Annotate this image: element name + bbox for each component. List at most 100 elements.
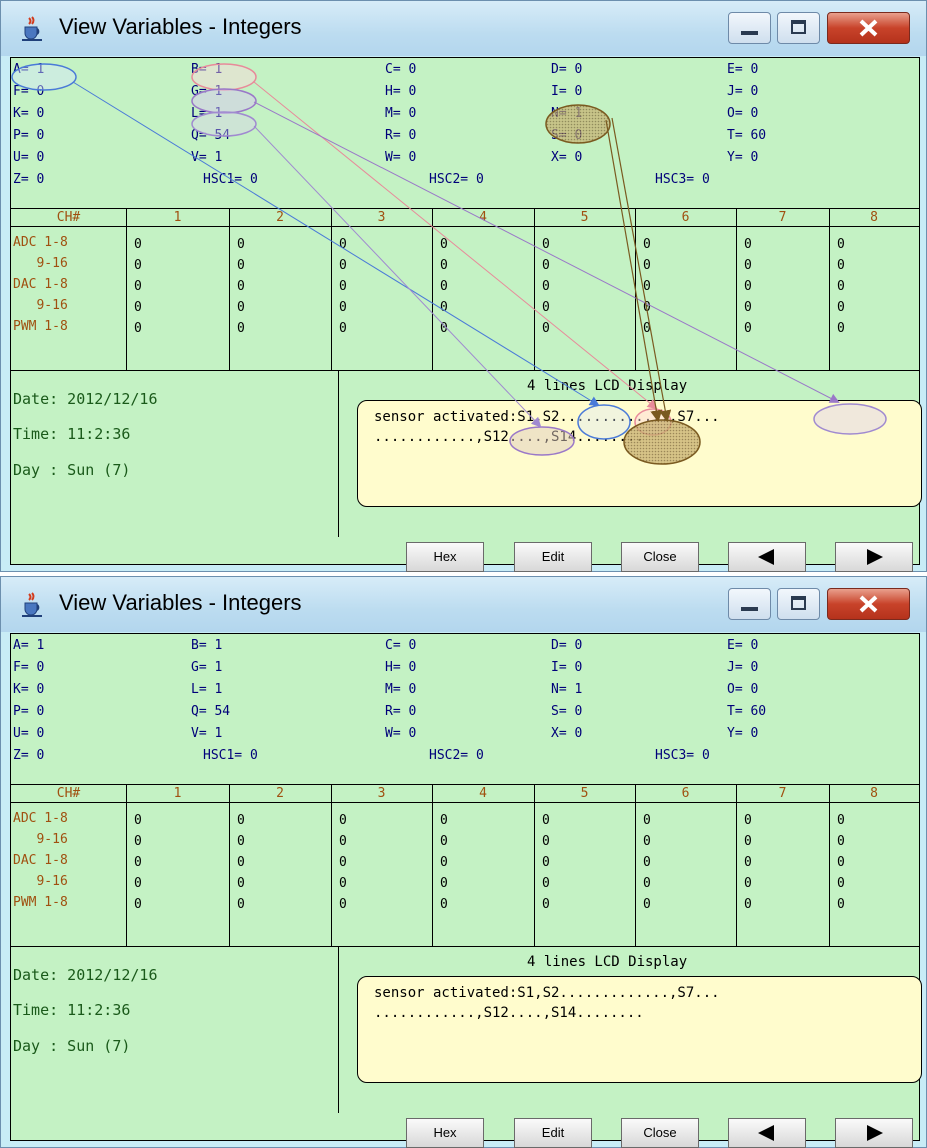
grid-divider (736, 785, 737, 947)
grid-cell: 0 (643, 813, 651, 828)
variable-value: 0 (750, 106, 759, 121)
variable-d: D= 0 (551, 637, 582, 655)
variable-label: R= (385, 704, 401, 719)
grid-cell: 0 (134, 876, 142, 891)
day-text: Day : Sun (7) (13, 1037, 131, 1055)
grid-divider (829, 209, 830, 371)
grid-cell: 0 (440, 876, 448, 891)
next-button[interactable] (835, 542, 913, 572)
variable-g: G= 1 (191, 83, 222, 101)
close-button[interactable]: Close (621, 1118, 699, 1148)
hex-button[interactable]: Hex (406, 1118, 484, 1148)
lcd-line-2: ............,S12....,S14........ (374, 429, 644, 445)
minimize-icon (741, 31, 758, 35)
close-window-button[interactable] (827, 588, 910, 620)
grid-cell: 0 (744, 237, 752, 252)
info-and-lcd: Date: 2012/12/16 Time: 11:2:36 Day : Sun (… (11, 946, 922, 1113)
variable-label: P= (13, 704, 29, 719)
variable-value: 54 (214, 128, 231, 143)
close-button[interactable]: Close (621, 542, 699, 572)
variable-value: 0 (750, 62, 759, 77)
grid-cell: 0 (440, 813, 448, 828)
minimize-button[interactable] (728, 12, 771, 44)
variable-value: 0 (750, 726, 759, 741)
grid-cell: 0 (837, 897, 845, 912)
grid-cell: 0 (440, 855, 448, 870)
variable-value: 0 (574, 726, 583, 741)
previous-button[interactable] (728, 542, 806, 572)
info-and-lcd: Date: 2012/12/16 Time: 11:2:36 Day : Sun (… (11, 370, 922, 537)
variable-k: K= 0 (13, 681, 44, 699)
grid-header-col: 2 (276, 786, 284, 801)
variable-label: E= (727, 638, 743, 653)
grid-cell: 0 (542, 876, 550, 891)
hsc-2: HSC2= 0 (429, 171, 484, 189)
variable-value: 0 (408, 106, 417, 121)
grid-row-label: 9-16 (13, 298, 68, 313)
variable-value: 1 (214, 150, 223, 165)
close-window-button[interactable] (827, 12, 910, 44)
title-bar: View Variables - Integers (1, 1, 926, 56)
grid-row-label: DAC 1-8 (13, 277, 68, 292)
variable-label: D= (551, 638, 567, 653)
variable-p: P= 0 (13, 703, 44, 721)
arrow-right-icon (867, 1125, 883, 1141)
next-button[interactable] (835, 1118, 913, 1148)
lcd-line-1: sensor activated:S1,S2.............,S7..… (374, 985, 720, 1001)
variable-a: A= 1 (13, 61, 44, 79)
variable-label: H= (385, 84, 401, 99)
variable-label: M= (385, 106, 401, 121)
variable-value: 0 (36, 682, 45, 697)
variable-value: 0 (408, 726, 417, 741)
variable-y: Y= 0 (727, 149, 758, 167)
lcd-line-1: sensor activated:S1,S2.............,S7..… (374, 409, 720, 425)
maximize-button[interactable] (777, 12, 820, 44)
variable-a: A= 1 (13, 637, 44, 655)
variable-p: P= 0 (13, 127, 44, 145)
variable-value: 0 (574, 638, 583, 653)
minimize-button[interactable] (728, 588, 771, 620)
variable-b: B= 1 (191, 637, 222, 655)
grid-row-label: ADC 1-8 (13, 811, 68, 826)
lcd-display: sensor activated:S1,S2.............,S7..… (357, 976, 922, 1083)
previous-button[interactable] (728, 1118, 806, 1148)
variable-label: B= (191, 62, 207, 77)
grid-cell: 0 (643, 834, 651, 849)
maximize-button[interactable] (777, 588, 820, 620)
variable-label: E= (727, 62, 743, 77)
variable-f: F= 0 (13, 659, 44, 677)
grid-cell: 0 (542, 834, 550, 849)
grid-header-col: 8 (870, 786, 878, 801)
variable-r: R= 0 (385, 703, 416, 721)
edit-button[interactable]: Edit (514, 1118, 592, 1148)
hex-button[interactable]: Hex (406, 542, 484, 572)
window-title: View Variables - Integers (59, 590, 302, 615)
button-row: Hex Edit Close (11, 536, 919, 572)
variable-value: 54 (214, 704, 231, 719)
grid-divider (432, 209, 433, 371)
edit-button[interactable]: Edit (514, 542, 592, 572)
grid-cell: 0 (440, 834, 448, 849)
variable-y: Y= 0 (727, 725, 758, 743)
arrow-right-icon (867, 549, 883, 565)
grid-cell: 0 (237, 813, 245, 828)
grid-cell: 0 (542, 321, 550, 336)
grid-cell: 0 (643, 855, 651, 870)
arrow-left-icon (758, 1125, 774, 1141)
variable-label: H= (385, 660, 401, 675)
grid-cell: 0 (837, 813, 845, 828)
client-area: A= 1 B= 1 C= 0 D= 0 E= 0 F= 0 G= 1 H= 0 I= 0 J= 0… (10, 57, 922, 572)
variable-label: V= (191, 150, 207, 165)
grid-cell: 0 (643, 876, 651, 891)
variable-label: A= (13, 62, 29, 77)
variable-value: 1 (214, 84, 223, 99)
grid-header-col: 6 (681, 210, 690, 225)
variable-s: S= 0 (551, 703, 582, 721)
variable-z: Z= 0 (13, 747, 44, 765)
variable-t: T= 60 (727, 127, 766, 145)
variable-v: V= 1 (191, 149, 222, 167)
grid-header-col: 7 (778, 786, 787, 801)
variables-panel: A= 1 B= 1 C= 0 D= 0 E= 0 F= 0 G= 1 H= 0 I= 0 J= 0… (11, 634, 919, 784)
variable-value: 0 (574, 128, 583, 143)
variable-label: I= (551, 84, 567, 99)
